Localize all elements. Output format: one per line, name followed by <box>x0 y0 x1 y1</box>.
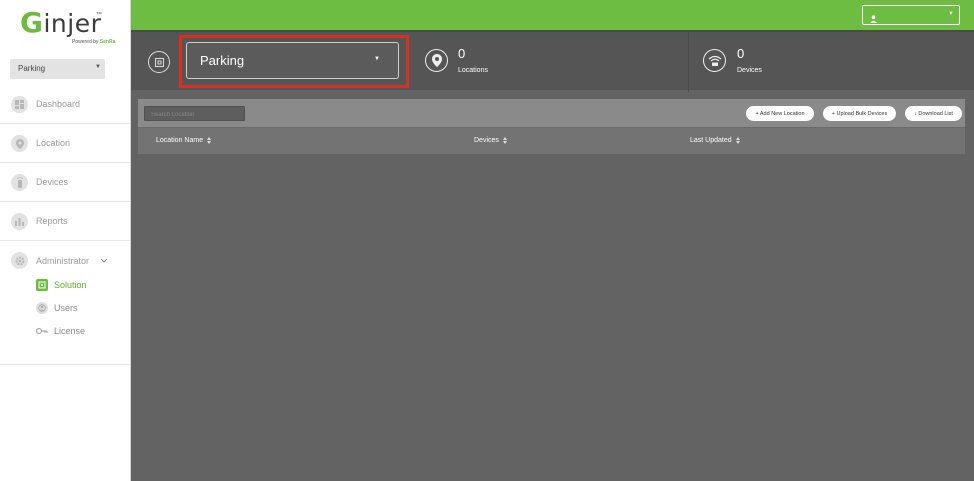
logo-powered-by: Powered by SenRa <box>72 39 116 45</box>
stats-separator <box>688 32 689 92</box>
locations-label: Locations <box>458 67 488 74</box>
gear-icon <box>11 252 28 269</box>
sidebar-solution-value: Parking <box>18 64 46 73</box>
sidebar-item-label: Location <box>36 138 71 148</box>
wifi-device-icon <box>703 49 726 72</box>
location-pin-icon <box>425 49 448 72</box>
sort-icon <box>207 137 212 144</box>
user-menu-button[interactable]: ▼ <box>862 5 960 25</box>
sidebar-subitem-label: License <box>54 326 86 336</box>
sidebar-subitem-license[interactable]: License <box>36 323 85 339</box>
sidebar-subitem-solution[interactable]: Solution <box>36 277 87 293</box>
chevron-down-icon[interactable] <box>100 256 108 265</box>
user-icon <box>870 10 877 28</box>
locations-count: 0 <box>458 46 466 61</box>
device-icon <box>11 174 28 191</box>
sidebar-subitem-users[interactable]: Users <box>36 300 78 316</box>
bar-chart-icon <box>11 213 28 230</box>
sidebar-item-administrator[interactable]: Administrator <box>0 241 130 280</box>
caret-down-icon: ▼ <box>95 64 101 70</box>
devices-label: Devices <box>737 67 762 74</box>
sidebar-solution-select[interactable]: Parking ▼ <box>10 59 105 79</box>
caret-down-icon: ▼ <box>948 11 954 17</box>
sidebar-item-dashboard[interactable]: Dashboard <box>0 85 130 124</box>
devices-count: 0 <box>737 46 745 61</box>
sidebar-item-label: Dashboard <box>36 99 81 109</box>
caret-down-icon: ▼ <box>374 56 380 62</box>
ginjer-logo[interactable]: Ginjer ™ Powered by SenRa <box>16 6 116 46</box>
solution-select-value: Parking <box>200 53 245 68</box>
sidebar-item-label: Administrator <box>36 255 90 266</box>
solution-select[interactable]: Parking ▼ <box>186 42 399 79</box>
sidebar: Ginjer ™ Powered by SenRa Parking ▼ Dash… <box>0 0 131 481</box>
search-location-input[interactable] <box>144 106 245 121</box>
sidebar-item-devices[interactable]: Devices <box>0 163 130 202</box>
sort-icon <box>735 137 740 144</box>
dashboard-icon <box>11 96 28 113</box>
sidebar-item-label: Reports <box>36 216 68 226</box>
upload-bulk-devices-button[interactable]: + Upload Bulk Devices <box>823 106 896 121</box>
solution-icon <box>36 279 48 291</box>
logo-trademark: ™ <box>96 12 102 18</box>
table-header <box>138 127 965 154</box>
add-new-location-button[interactable]: + Add New Location <box>746 106 814 121</box>
download-list-button[interactable]: ↓ Download List <box>905 106 962 121</box>
sidebar-subitem-label: Users <box>54 303 78 313</box>
key-icon <box>36 325 48 337</box>
users-icon <box>36 302 48 314</box>
sort-icon <box>502 137 507 144</box>
sidebar-item-reports[interactable]: Reports <box>0 202 130 241</box>
sidebar-divider <box>0 364 130 365</box>
column-header-location-name[interactable]: Location Name <box>156 137 212 144</box>
column-header-devices[interactable]: Devices <box>474 137 507 144</box>
column-header-last-updated[interactable]: Last Updated <box>690 137 740 144</box>
sidebar-subitem-label: Solution <box>54 280 87 290</box>
top-bar: ▼ <box>131 0 974 30</box>
sidebar-item-label: Devices <box>36 177 69 187</box>
logo-wordmark: Ginjer <box>20 6 102 39</box>
solution-icon <box>148 51 170 73</box>
sidebar-item-location[interactable]: Location <box>0 124 130 163</box>
location-pin-icon <box>11 135 28 152</box>
